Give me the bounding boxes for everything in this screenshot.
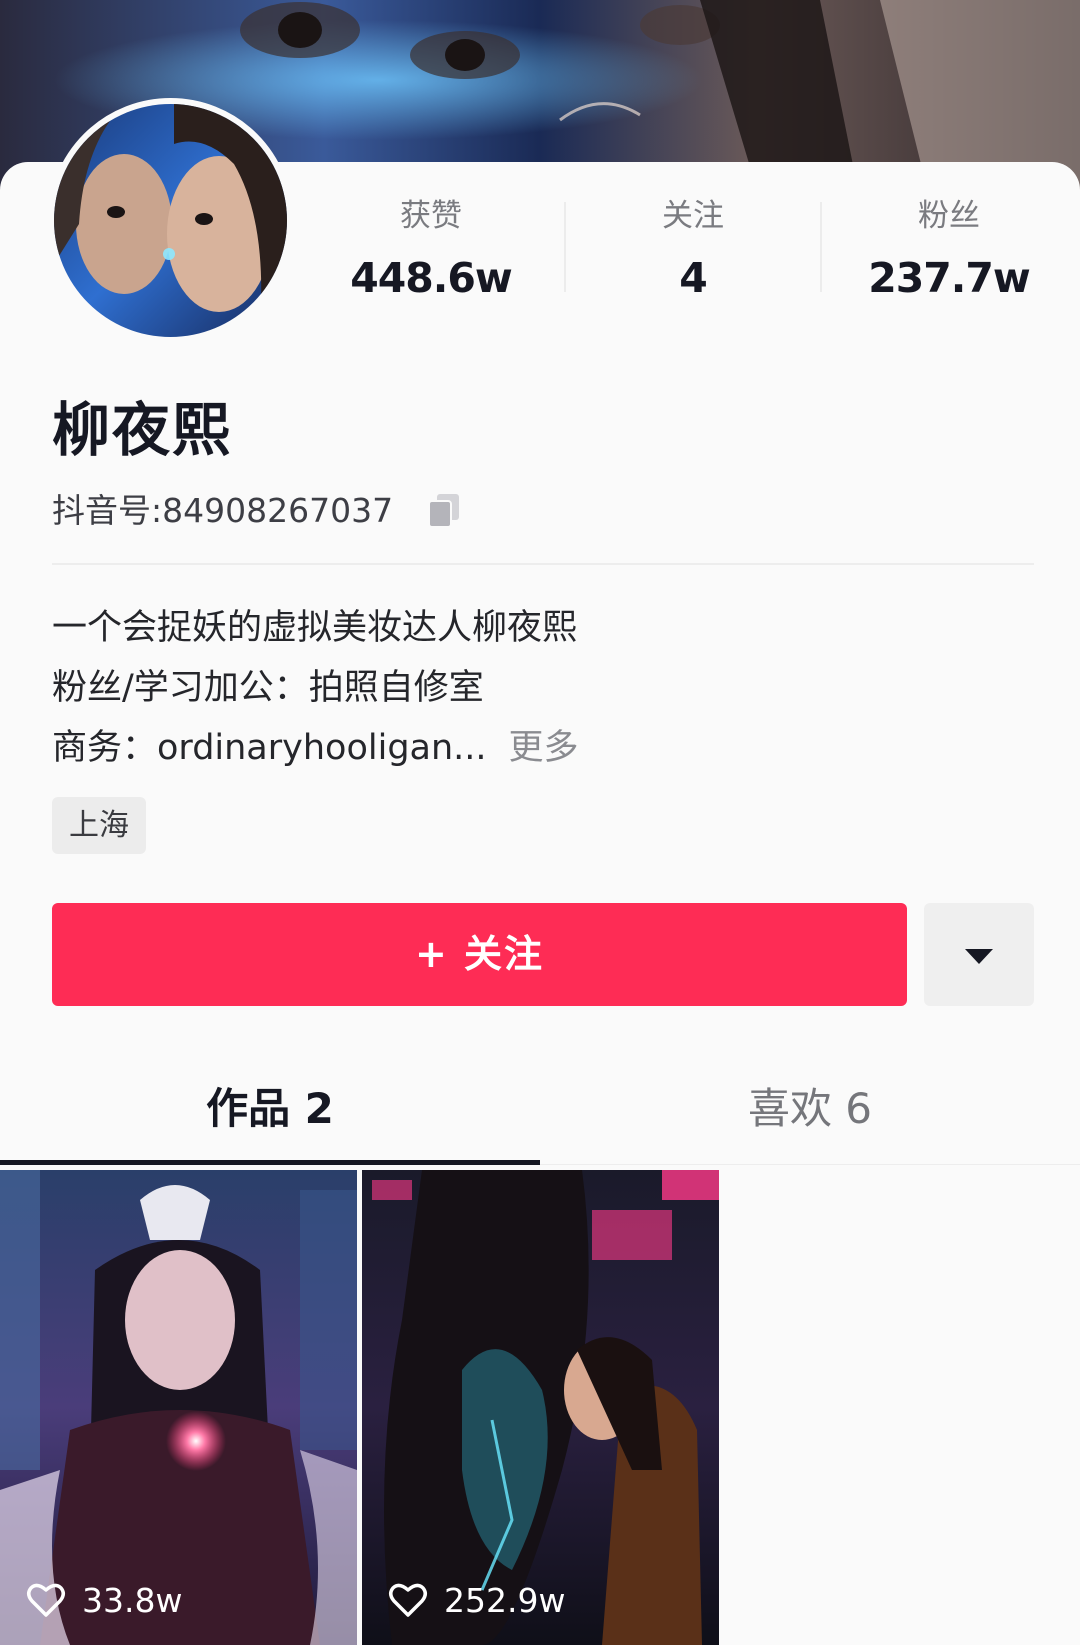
video-thumbnail[interactable]: 252.9w [362,1170,719,1645]
heart-icon [27,1583,65,1617]
tab-works[interactable]: 作品 2 [0,1079,540,1139]
stat-following-value: 4 [679,254,708,302]
douyin-id: 抖音号:84908267037 [52,491,394,530]
stat-following-label: 关注 [662,198,724,234]
stat-likes-value: 448.6w [350,254,513,302]
video-likes-count: 252.9w [444,1581,566,1620]
divider [52,563,1034,565]
bio-line-text: 商务：ordinaryhooligan... [52,728,487,768]
tab-likes[interactable]: 喜欢 6 [540,1079,1080,1139]
video-thumbnail[interactable]: 33.8w [0,1170,357,1645]
stat-followers-label: 粉丝 [918,198,980,234]
bio-line: 一个会捉妖的虚拟美妆达人柳夜熙 [52,608,578,648]
stat-following[interactable]: 关注 4 [565,196,821,308]
stat-followers-value: 237.7w [868,254,1031,302]
location-tag: 上海 [52,797,146,854]
chevron-down-icon [965,949,993,964]
bio-line: 粉丝/学习加公：拍照自修室 [52,668,484,708]
video-likes: 33.8w [0,1579,357,1623]
tab-divider [540,1164,1080,1165]
avatar[interactable] [48,98,293,343]
more-link[interactable]: 更多 [509,728,579,768]
profile-name: 柳夜熙 [52,396,233,464]
video-likes-count: 33.8w [82,1581,183,1620]
video-likes: 252.9w [362,1579,719,1623]
more-options-button[interactable] [924,903,1034,1006]
tab-active-indicator [0,1160,540,1165]
follow-button[interactable]: + 关注 [52,903,907,1006]
stat-likes-label: 获赞 [400,198,462,234]
bio-line-business: 商务：ordinaryhooligan... 更多 [52,726,579,770]
heart-icon [389,1583,427,1617]
copy-icon[interactable] [425,490,465,530]
stat-followers[interactable]: 粉丝 237.7w [821,196,1077,308]
stat-likes[interactable]: 获赞 448.6w [303,196,559,308]
